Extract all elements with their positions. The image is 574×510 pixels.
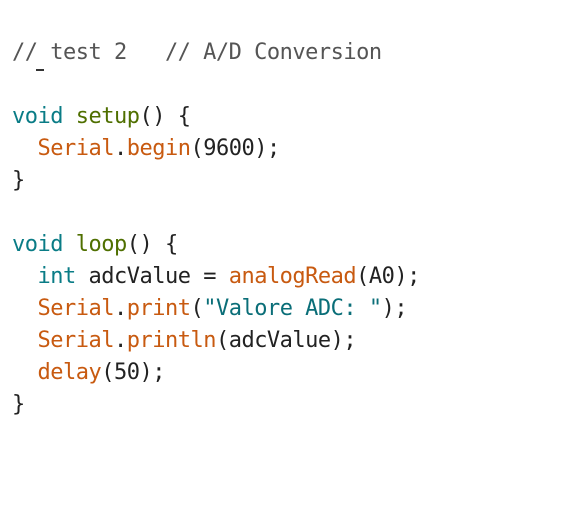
code-token-plain: (50); — [101, 360, 165, 385]
code-token-plain: . — [113, 328, 127, 353]
code-token-plain: ( — [190, 296, 204, 321]
code-token-type: void — [12, 104, 63, 129]
code-token-call: print — [126, 296, 191, 321]
code-token-plain: adcValue = — [75, 264, 229, 289]
code-editor[interactable]: // test 2 // A/D Conversion void setup()… — [0, 0, 574, 510]
code-token-call: delay — [37, 360, 102, 385]
code-line[interactable]: delay(50); — [12, 357, 420, 389]
code-token-func: setup — [75, 104, 140, 129]
code-token-call: analogRead — [228, 264, 357, 289]
code-line[interactable]: } — [12, 165, 420, 197]
code-line[interactable]: void setup() { — [12, 101, 420, 133]
code-token-type: int — [37, 264, 77, 289]
code-line[interactable]: void loop() { — [12, 229, 420, 261]
code-token-str: "Valore ADC: " — [203, 296, 382, 321]
text-cursor — [36, 69, 44, 71]
code-token-type: void — [12, 232, 63, 257]
code-token-plain: (9600); — [190, 136, 280, 161]
code-token-plain: () { — [139, 104, 191, 129]
code-token-plain: (A0); — [356, 264, 420, 289]
code-token-plain: ); — [381, 296, 408, 321]
code-token-call: Serial — [37, 136, 115, 161]
code-token-comment: // test 2 // A/D Conversion — [12, 40, 382, 65]
code-token-func: loop — [75, 232, 127, 257]
code-token-call: Serial — [37, 328, 115, 353]
code-token-plain: } — [12, 392, 25, 417]
code-token-plain: . — [113, 296, 127, 321]
code-token-plain: . — [113, 136, 127, 161]
code-line[interactable]: } — [12, 389, 420, 421]
code-token-call: begin — [126, 136, 191, 161]
code-token-plain: (adcValue); — [215, 328, 357, 353]
code-line[interactable]: Serial.begin(9600); — [12, 133, 420, 165]
code-token-plain: } — [12, 168, 25, 193]
code-line[interactable]: Serial.println(adcValue); — [12, 325, 420, 357]
code-token-plain: () { — [126, 232, 178, 257]
code-line[interactable]: // test 2 // A/D Conversion — [12, 37, 420, 69]
code-line[interactable]: int adcValue = analogRead(A0); — [12, 261, 421, 293]
code-token-call: Serial — [37, 296, 115, 321]
code-line[interactable] — [12, 69, 420, 101]
code-token-call: println — [126, 328, 217, 353]
code-text-area[interactable]: // test 2 // A/D Conversion void setup()… — [12, 37, 420, 421]
code-line[interactable]: Serial.print("Valore ADC: "); — [12, 293, 420, 325]
code-line[interactable] — [12, 197, 420, 229]
